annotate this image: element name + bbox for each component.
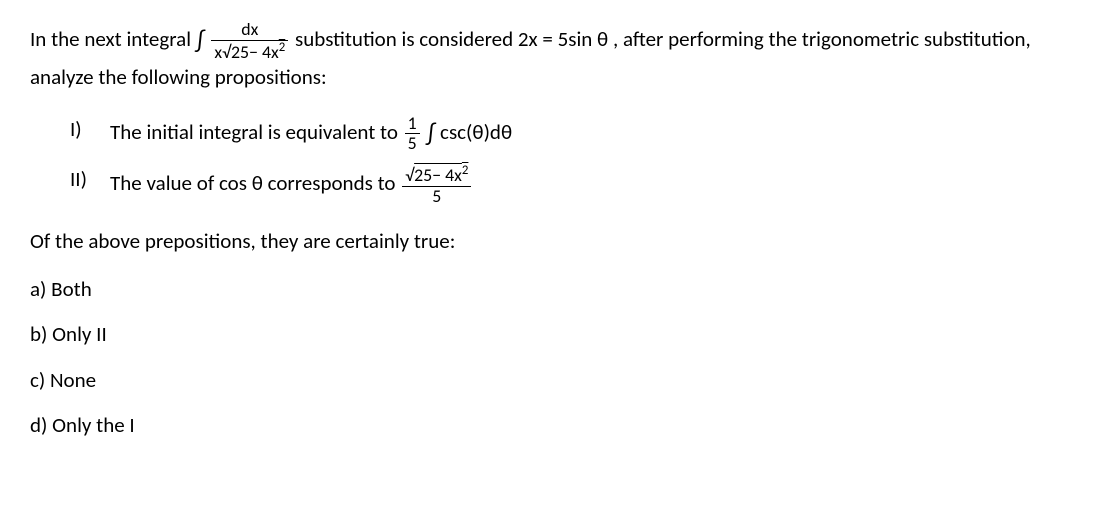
frac-denominator: 5 <box>402 187 471 207</box>
frac-numerator: √25− 4x2 <box>402 164 471 187</box>
option-b: b) Only II <box>30 319 1064 351</box>
frac-denominator: x√25− 4x2 <box>211 41 288 63</box>
propositions-list: I) The initial integral is equivalent to… <box>70 114 1064 206</box>
prop-text-2: csc(θ)dθ <box>435 119 512 145</box>
prop-number: I) <box>70 114 110 154</box>
prop-content: The initial integral is equivalent to 1 … <box>110 114 512 154</box>
proposition-2: II) The value of cos θ corresponds to √2… <box>70 164 1064 206</box>
proposition-1: I) The initial integral is equivalent to… <box>70 114 1064 154</box>
sqrt-sym: √ <box>222 41 231 63</box>
integral-symbol: ∫ <box>426 119 435 148</box>
prop-2-fraction: √25− 4x2 5 <box>402 164 471 206</box>
option-a: a) Both <box>30 274 1064 306</box>
sqrt-sym: √ <box>405 164 414 186</box>
intro-text-2: substitution is considered <box>295 26 518 52</box>
option-c: c) None <box>30 365 1064 397</box>
prop-1-fraction: 1 5 <box>405 114 420 154</box>
prop-number: II) <box>70 164 110 206</box>
sqrt-body: 25− 4x2 <box>231 41 285 63</box>
sqrt-body: 25− 4x2 <box>414 164 468 186</box>
prop-text-1: The value of cos θ corresponds to <box>110 170 400 196</box>
integral-expression: ∫ dx x√25− 4x2 <box>196 26 295 52</box>
prop-1-expression: 1 5 ∫ csc(θ)dθ <box>403 119 512 145</box>
substitution-eq: 2x = 5sin θ <box>518 26 608 52</box>
den-sqrt: √25− 4x2 <box>222 41 285 63</box>
intro-paragraph: In the next integral ∫ dx x√25− 4x2 subs… <box>30 20 1064 94</box>
option-d: d) Only the I <box>30 410 1064 442</box>
followup-text: Of the above prepositions, they are cert… <box>30 226 1064 258</box>
frac-numerator: 1 <box>405 114 420 135</box>
integral-fraction: dx x√25− 4x2 <box>211 20 288 62</box>
frac-denominator: 5 <box>405 134 420 154</box>
den-x: x <box>214 41 222 63</box>
num-sqrt: √25− 4x2 <box>405 164 468 186</box>
integral-symbol: ∫ <box>196 26 205 55</box>
intro-text-1: In the next integral <box>30 26 196 52</box>
prop-text-1: The initial integral is equivalent to <box>110 119 403 145</box>
prop-content: The value of cos θ corresponds to √25− 4… <box>110 164 473 206</box>
frac-numerator: dx <box>211 20 288 41</box>
prop-2-expression: √25− 4x2 5 <box>400 170 473 196</box>
